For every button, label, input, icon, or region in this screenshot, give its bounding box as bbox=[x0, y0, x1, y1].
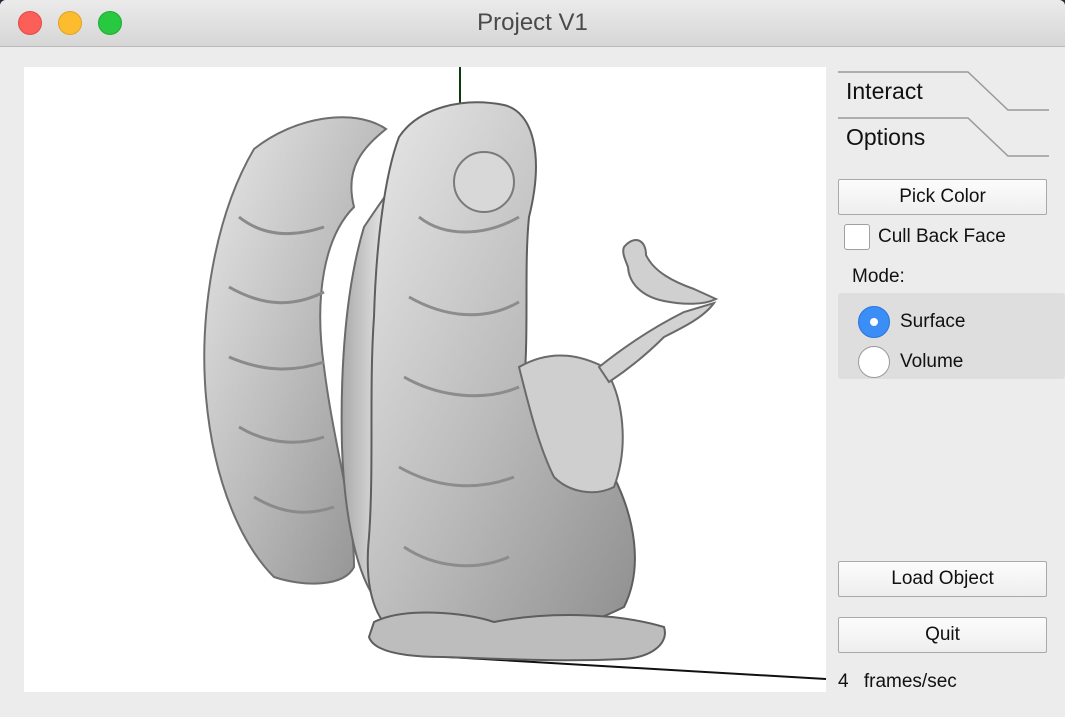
pick-color-button[interactable]: Pick Color bbox=[838, 179, 1047, 215]
bird-figure bbox=[622, 239, 719, 305]
tab-options[interactable]: Options bbox=[838, 117, 1050, 157]
3d-viewport[interactable] bbox=[24, 67, 826, 692]
x-axis-line bbox=[447, 656, 826, 680]
surface-label: Surface bbox=[900, 311, 966, 332]
mode-label: Mode: bbox=[852, 266, 905, 287]
fps-value: 4 bbox=[838, 671, 849, 692]
cull-back-face-checkbox[interactable] bbox=[844, 224, 870, 250]
statue-base bbox=[367, 611, 666, 662]
title-bar[interactable]: Project V1 bbox=[0, 0, 1065, 47]
tab-interact[interactable]: Interact bbox=[838, 71, 1050, 111]
tab-options-label: Options bbox=[846, 124, 926, 150]
tab-interact-label: Interact bbox=[846, 78, 923, 104]
forearm-hand bbox=[597, 301, 717, 384]
angel-model-render bbox=[203, 67, 826, 680]
load-object-button[interactable]: Load Object bbox=[838, 561, 1047, 597]
cull-back-face-label: Cull Back Face bbox=[878, 226, 1006, 247]
app-window: Project V1 Interact Options Pick Color C… bbox=[0, 0, 1065, 717]
fps-readout: 4 frames/sec bbox=[838, 671, 957, 693]
volume-radio[interactable] bbox=[858, 346, 890, 378]
quit-button[interactable]: Quit bbox=[838, 617, 1047, 653]
control-panel: Interact Options Pick Color Cull Back Fa… bbox=[836, 67, 1065, 717]
volume-label: Volume bbox=[900, 351, 964, 372]
head bbox=[453, 151, 515, 213]
window-title: Project V1 bbox=[477, 9, 588, 36]
mode-radio-group: Surface Volume bbox=[838, 293, 1065, 379]
surface-radio[interactable] bbox=[858, 306, 890, 338]
fps-unit: frames/sec bbox=[863, 671, 957, 692]
